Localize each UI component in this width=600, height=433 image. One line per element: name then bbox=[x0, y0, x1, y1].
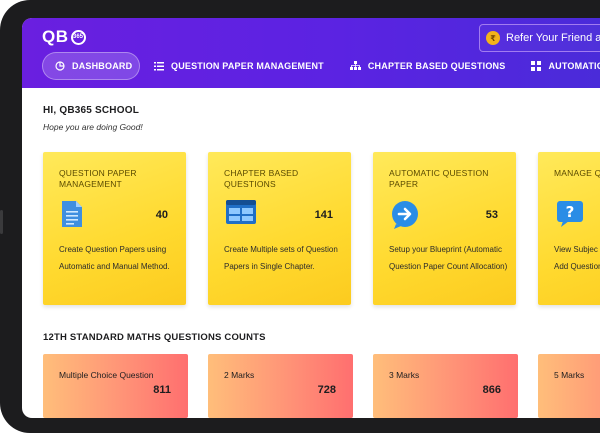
refer-friend-button[interactable]: ₹ Refer Your Friend and Ea bbox=[479, 24, 600, 52]
card-count: 53 bbox=[485, 209, 498, 221]
nav-dashboard[interactable]: DASHBOARD bbox=[42, 52, 140, 80]
card-description: View Subjec Question Ty Counts. Add Ques… bbox=[554, 245, 600, 271]
nav-qpm-label: QUESTION PAPER MANAGEMENT bbox=[171, 61, 324, 71]
pie-chart-icon bbox=[55, 61, 65, 71]
card-description: Create Multiple sets of Question Papers … bbox=[224, 245, 338, 271]
qb365-logo[interactable]: QB 365 bbox=[42, 27, 86, 47]
header-bar: QB 365 ₹ Refer Your Friend and Ea DASHBO… bbox=[22, 18, 600, 88]
counts-section-title: 12TH STANDARD MATHS QUESTIONS COUNTS bbox=[43, 332, 266, 343]
nav-dashboard-label: DASHBOARD bbox=[72, 61, 133, 71]
card-description: Setup your Blueprint (Automatic Question… bbox=[389, 245, 508, 271]
nav-question-paper-management[interactable]: QUESTION PAPER MANAGEMENT bbox=[154, 52, 324, 80]
hierarchy-icon bbox=[349, 61, 361, 71]
count-value: 811 bbox=[153, 384, 171, 396]
logo-badge: 365 bbox=[70, 29, 86, 45]
card-title: AUTOMATIC QUESTION PAPER bbox=[389, 168, 489, 189]
main-nav: DASHBOARD QUESTION PAPER MANAGEMENT CHAP… bbox=[42, 52, 600, 80]
nav-chapter-label: CHAPTER BASED QUESTIONS bbox=[367, 61, 506, 71]
tablet-side-button bbox=[0, 210, 3, 234]
nav-automatic-question[interactable]: AUTOMATIC QUEST bbox=[531, 52, 600, 80]
card-description: Create Question Papers using Automatic a… bbox=[59, 245, 170, 271]
list-icon bbox=[154, 61, 164, 71]
card-automatic-question-paper[interactable]: AUTOMATIC QUESTION PAPER 53 Setup your B… bbox=[373, 152, 516, 305]
count-label: 5 Marks bbox=[554, 370, 585, 380]
card-question-paper-management[interactable]: QUESTION PAPER MANAGEMENT 40 Create Ques… bbox=[43, 152, 186, 305]
nav-automatic-label: AUTOMATIC QUEST bbox=[548, 61, 600, 71]
card-count: 141 bbox=[314, 209, 333, 221]
count-label: 2 Marks bbox=[224, 370, 255, 380]
card-title: QUESTION PAPER MANAGEMENT bbox=[59, 168, 137, 189]
arrow-circle-icon bbox=[391, 200, 421, 235]
count-value: 728 bbox=[317, 384, 336, 396]
card-count: 40 bbox=[155, 209, 168, 221]
logo-text: QB bbox=[42, 27, 69, 46]
window-grid-icon bbox=[226, 200, 256, 229]
count-card-5-marks[interactable]: 5 Marks bbox=[538, 354, 600, 418]
count-label: 3 Marks bbox=[389, 370, 420, 380]
refer-friend-label: Refer Your Friend and Ea bbox=[506, 32, 600, 44]
count-card-mcq[interactable]: Multiple Choice Question 811 bbox=[43, 354, 188, 418]
greeting-title: HI, QB365 SCHOOL bbox=[43, 105, 139, 116]
svg-text:?: ? bbox=[566, 203, 575, 221]
greeting-subtitle: Hope you are doing Good! bbox=[43, 122, 143, 132]
count-card-3-marks[interactable]: 3 Marks 866 bbox=[373, 354, 518, 418]
count-value: 866 bbox=[482, 384, 501, 396]
count-label: Multiple Choice Question bbox=[59, 370, 154, 380]
card-chapter-based-questions[interactable]: CHAPTER BASED QUESTIONS 141 Create Multi… bbox=[208, 152, 351, 305]
question-bubble-icon: ? bbox=[556, 200, 584, 233]
document-icon bbox=[61, 200, 83, 233]
card-title: MANAGE Q bbox=[554, 168, 600, 178]
tablet-frame: QB 365 ₹ Refer Your Friend and Ea DASHBO… bbox=[0, 0, 600, 433]
nav-chapter-based-questions[interactable]: CHAPTER BASED QUESTIONS bbox=[349, 52, 506, 80]
grid-icon bbox=[531, 61, 542, 71]
count-card-2-marks[interactable]: 2 Marks 728 bbox=[208, 354, 353, 418]
card-manage-questions[interactable]: MANAGE Q ? View Subjec Question Ty Count… bbox=[538, 152, 600, 305]
rupee-coin-icon: ₹ bbox=[486, 31, 500, 45]
app-screen: QB 365 ₹ Refer Your Friend and Ea DASHBO… bbox=[22, 18, 600, 418]
card-title: CHAPTER BASED QUESTIONS bbox=[224, 168, 299, 189]
